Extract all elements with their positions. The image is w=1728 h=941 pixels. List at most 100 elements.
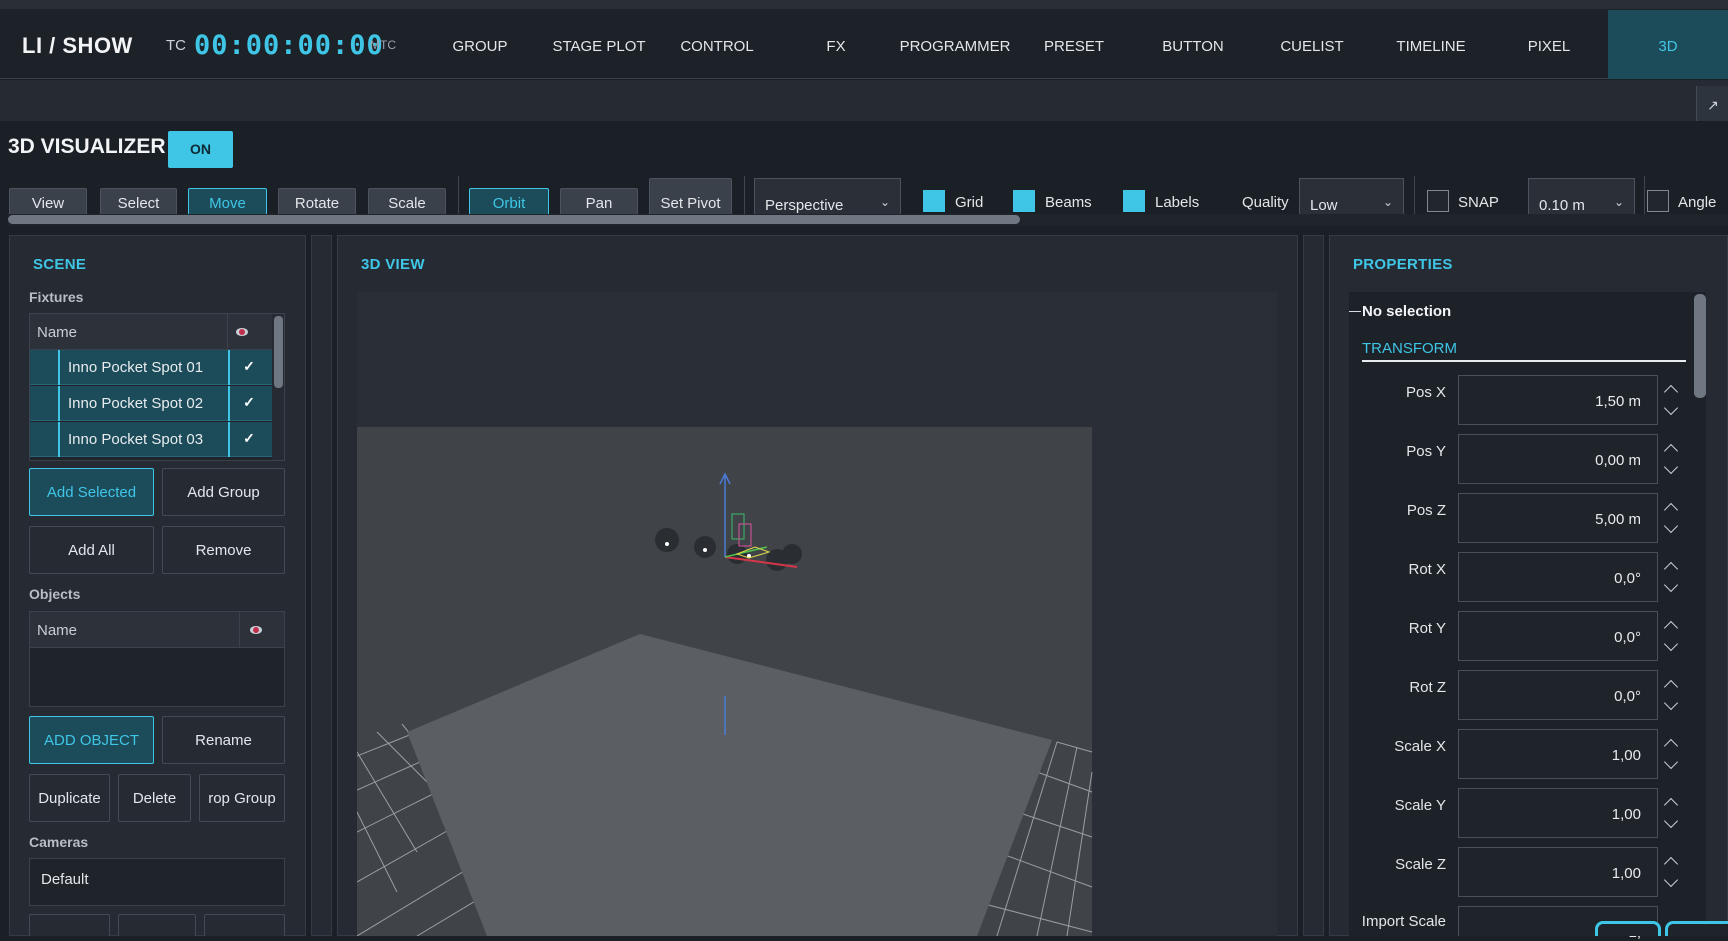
pos-y-stepper[interactable] (1658, 434, 1686, 484)
rot-x-field[interactable]: 0,0° (1458, 552, 1658, 602)
pos-y-field[interactable]: 0,00 m (1458, 434, 1658, 484)
duplicate-button[interactable]: Duplicate (29, 774, 110, 822)
chevron-up-icon[interactable] (1663, 797, 1679, 813)
delete-button[interactable]: Delete (118, 774, 191, 822)
chevron-down-icon[interactable] (1663, 459, 1679, 475)
chevron-down-icon[interactable] (1663, 636, 1679, 652)
chevron-down-icon[interactable] (1663, 872, 1679, 888)
chevron-up-icon[interactable] (1663, 738, 1679, 754)
camera-button[interactable] (204, 914, 285, 936)
orbit-button[interactable]: Orbit (469, 188, 549, 214)
fixtures-scrollbar-thumb[interactable] (274, 316, 283, 388)
visible-check-icon[interactable]: ✓ (242, 395, 256, 409)
rot-x-stepper[interactable] (1658, 552, 1686, 602)
projection-dropdown[interactable]: Perspective ⌄ (754, 178, 901, 214)
chevron-up-icon[interactable] (1663, 620, 1679, 636)
angle-snap-checkbox[interactable] (1647, 190, 1669, 212)
scale-y-stepper[interactable] (1658, 788, 1686, 838)
camera-button[interactable] (118, 914, 196, 936)
rotate-button[interactable]: Rotate (278, 188, 356, 214)
scale-z-stepper[interactable] (1658, 847, 1686, 897)
tab-preset[interactable]: PRESET (1014, 10, 1134, 79)
rot-z-stepper[interactable] (1658, 670, 1686, 720)
add-group-button[interactable]: Add Group (162, 468, 285, 516)
eye-icon[interactable] (250, 626, 262, 634)
visible-check-icon[interactable]: ✓ (242, 431, 256, 445)
scale-y-field[interactable]: 1,00 (1458, 788, 1658, 838)
pos-x-stepper[interactable] (1658, 375, 1686, 425)
floating-button[interactable] (1665, 921, 1728, 936)
tab-timeline[interactable]: TIMELINE (1372, 10, 1490, 79)
floating-button[interactable] (1595, 921, 1661, 936)
tab-programmer[interactable]: PROGRAMMER (896, 10, 1014, 79)
camera-button[interactable] (29, 914, 110, 936)
fixture-row[interactable]: Inno Pocket Spot 03 ✓ (30, 422, 272, 457)
chevron-down-icon[interactable] (1663, 813, 1679, 829)
remove-button[interactable]: Remove (162, 526, 285, 574)
chevron-down-icon[interactable] (1663, 754, 1679, 770)
fixture-row[interactable]: Inno Pocket Spot 02 ✓ (30, 386, 272, 421)
view-button[interactable]: View (9, 188, 87, 214)
pos-z-stepper[interactable] (1658, 493, 1686, 543)
left-splitter[interactable] (311, 235, 332, 936)
chevron-down-icon[interactable] (1663, 400, 1679, 416)
chevron-up-icon[interactable] (1663, 384, 1679, 400)
quality-dropdown[interactable]: Low ⌄ (1299, 178, 1404, 214)
viewport[interactable] (357, 292, 1277, 936)
pan-button[interactable]: Pan (560, 188, 638, 214)
chevron-down-icon[interactable] (1663, 577, 1679, 593)
visible-check-icon[interactable]: ✓ (242, 359, 256, 373)
camera-item[interactable]: Default (41, 871, 89, 888)
snap-value-dropdown[interactable]: 0.10 m ⌄ (1528, 178, 1635, 214)
cameras-list[interactable]: Default (29, 858, 285, 906)
set-pivot-button[interactable]: Set Pivot (649, 178, 732, 214)
snap-checkbox[interactable] (1427, 190, 1449, 212)
chevron-up-icon[interactable] (1663, 561, 1679, 577)
visualizer-on-toggle[interactable]: ON (168, 131, 233, 168)
pos-z-field[interactable]: 5,00 m (1458, 493, 1658, 543)
scale-x-stepper[interactable] (1658, 729, 1686, 779)
tab-control[interactable]: CONTROL (658, 10, 776, 79)
tab-button[interactable]: BUTTON (1134, 10, 1252, 79)
tab-group[interactable]: GROUP (420, 10, 540, 79)
select-button[interactable]: Select (100, 188, 177, 214)
fixtures-list[interactable]: Name Inno Pocket Spot 01 ✓ Inno Pocket S… (29, 313, 285, 461)
viewport-canvas[interactable] (357, 292, 1277, 936)
eye-icon[interactable] (236, 328, 248, 336)
labels-checkbox[interactable] (1123, 190, 1145, 212)
right-splitter[interactable] (1303, 235, 1324, 936)
rot-y-field[interactable]: 0,0° (1458, 611, 1658, 661)
scale-button[interactable]: Scale (368, 188, 446, 214)
expand-icon[interactable]: ↗ (1696, 86, 1728, 121)
tab-3d[interactable]: 3D (1608, 10, 1728, 79)
tab-stage-plot[interactable]: STAGE PLOT (540, 10, 658, 79)
row-indent-bar (58, 422, 60, 457)
fixture-row[interactable]: Inno Pocket Spot 01 ✓ (30, 350, 272, 385)
add-selected-button[interactable]: Add Selected (29, 468, 154, 516)
move-button[interactable]: Move (188, 188, 267, 214)
drop-group-button[interactable]: rop Group (199, 774, 285, 822)
add-object-button[interactable]: ADD OBJECT (29, 716, 154, 764)
chevron-up-icon[interactable] (1663, 856, 1679, 872)
scale-z-field[interactable]: 1,00 (1458, 847, 1658, 897)
beams-checkbox[interactable] (1013, 190, 1035, 212)
scale-x-field[interactable]: 1,00 (1458, 729, 1658, 779)
chevron-up-icon[interactable] (1663, 679, 1679, 695)
tab-pixel[interactable]: PIXEL (1490, 10, 1608, 79)
rot-y-stepper[interactable] (1658, 611, 1686, 661)
tab-cuelist[interactable]: CUELIST (1252, 10, 1372, 79)
chevron-down-icon: ⌄ (1382, 195, 1393, 209)
chevron-down-icon[interactable] (1663, 695, 1679, 711)
chevron-down-icon[interactable] (1663, 518, 1679, 534)
chevron-up-icon[interactable] (1663, 443, 1679, 459)
properties-scrollbar-thumb[interactable] (1694, 294, 1706, 398)
grid-checkbox[interactable] (923, 190, 945, 212)
objects-list[interactable]: Name (29, 611, 285, 707)
rot-z-field[interactable]: 0,0° (1458, 670, 1658, 720)
chevron-up-icon[interactable] (1663, 502, 1679, 518)
rename-button[interactable]: Rename (162, 716, 285, 764)
toolbar-scrollbar-thumb[interactable] (8, 215, 1020, 224)
add-all-button[interactable]: Add All (29, 526, 154, 574)
pos-x-field[interactable]: 1,50 m (1458, 375, 1658, 425)
tab-fx[interactable]: FX (776, 10, 896, 79)
